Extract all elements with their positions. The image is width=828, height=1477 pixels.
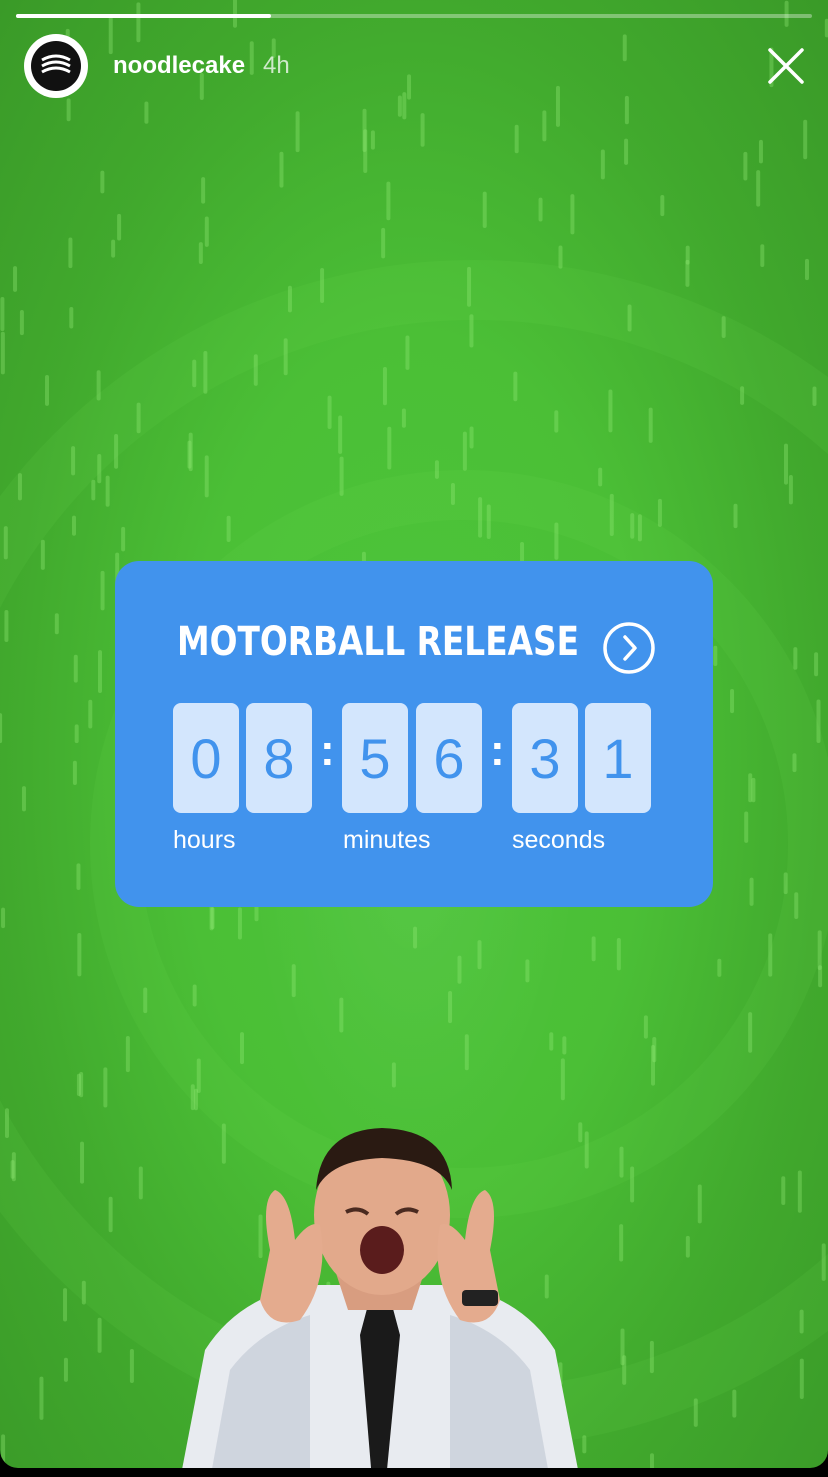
- minutes-label: minutes: [343, 826, 431, 854]
- seconds-label: seconds: [512, 826, 606, 854]
- countdown-title: MOTORBALL RELEASE: [177, 619, 580, 665]
- chevron-right-circle-icon[interactable]: [602, 621, 656, 675]
- avatar[interactable]: [24, 34, 88, 98]
- story-progress-fill: [16, 14, 271, 18]
- time-separator: :: [320, 726, 335, 775]
- seconds-digit-1: 3: [512, 703, 578, 813]
- close-icon[interactable]: [766, 46, 806, 86]
- hours-digit-1: 0: [173, 703, 239, 813]
- story-header: noodlecake 4h: [24, 34, 290, 98]
- noodlecake-logo-icon: [31, 41, 81, 91]
- minutes-digit-2: 6: [416, 703, 482, 813]
- story-progress-bar: [16, 14, 812, 18]
- seconds-digit-2: 1: [585, 703, 651, 813]
- countdown-sticker[interactable]: MOTORBALL RELEASE 0 8 : 5 6 : 3 1 hours …: [115, 561, 713, 907]
- story-canvas[interactable]: noodlecake 4h MOTORBALL RELEASE 0 8 : 5 …: [0, 0, 828, 1468]
- hours-label: hours: [173, 826, 236, 854]
- minutes-digit-1: 5: [342, 703, 408, 813]
- post-age: 4h: [263, 52, 290, 79]
- username[interactable]: noodlecake: [113, 52, 245, 80]
- time-separator: :: [490, 726, 505, 775]
- excited-man-gif-sticker[interactable]: [150, 1120, 610, 1468]
- hours-digit-2: 8: [246, 703, 312, 813]
